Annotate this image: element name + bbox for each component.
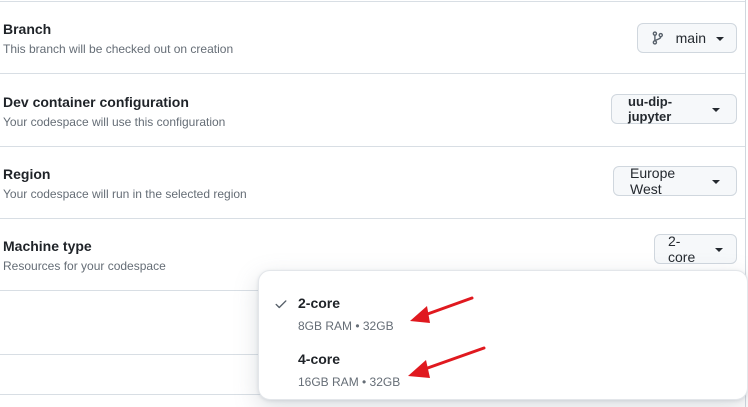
machine-type-title: Machine type (3, 238, 92, 254)
machine-option-spec: 16GB RAM • 32GB (298, 375, 401, 389)
triangle-down-icon (716, 37, 724, 41)
devcontainer-select-button[interactable]: uu-dip-jupyter (611, 94, 737, 124)
devcontainer-select-label: uu-dip-jupyter (628, 94, 673, 124)
branch-row: Branch This branch will be checked out o… (0, 1, 745, 74)
machine-option-4-core[interactable]: 4-core 16GB RAM • 32GB (259, 335, 747, 391)
machine-option-spec: 8GB RAM • 32GB (298, 319, 394, 333)
red-arrow-annotation (408, 346, 486, 378)
machine-type-select-label: 2-core (668, 233, 696, 265)
triangle-down-icon (715, 248, 723, 252)
git-branch-icon (652, 31, 664, 45)
branch-title: Branch (3, 21, 52, 37)
machine-type-menu: 2-core 8GB RAM • 32GB 4-core 16GB RAM • … (258, 270, 748, 400)
triangle-down-icon (712, 180, 720, 184)
branch-description: This branch will be checked out on creat… (3, 42, 234, 56)
branch-select-button[interactable]: main (637, 23, 737, 53)
machine-option-2-core[interactable]: 2-core 8GB RAM • 32GB (259, 279, 747, 335)
branch-select-label: main (675, 30, 706, 46)
machine-type-select-button[interactable]: 2-core (654, 233, 737, 265)
region-description: Your codespace will run in the selected … (3, 187, 247, 201)
region-title: Region (3, 166, 51, 182)
check-icon (275, 300, 287, 309)
codespace-settings-panel: Branch This branch will be checked out o… (0, 0, 748, 407)
machine-option-name: 4-core (298, 351, 341, 367)
devcontainer-description: Your codespace will use this configurati… (3, 115, 226, 129)
region-select-label: Europe West (630, 165, 676, 197)
triangle-down-icon (712, 108, 720, 112)
region-select-button[interactable]: Europe West (613, 165, 737, 197)
devcontainer-title: Dev container configuration (3, 94, 189, 110)
region-row: Region Your codespace will run in the se… (0, 146, 745, 219)
devcontainer-row: Dev container configuration Your codespa… (0, 74, 745, 147)
machine-option-name: 2-core (298, 295, 341, 311)
red-arrow-annotation (410, 296, 474, 323)
machine-type-description: Resources for your codespace (3, 259, 166, 273)
